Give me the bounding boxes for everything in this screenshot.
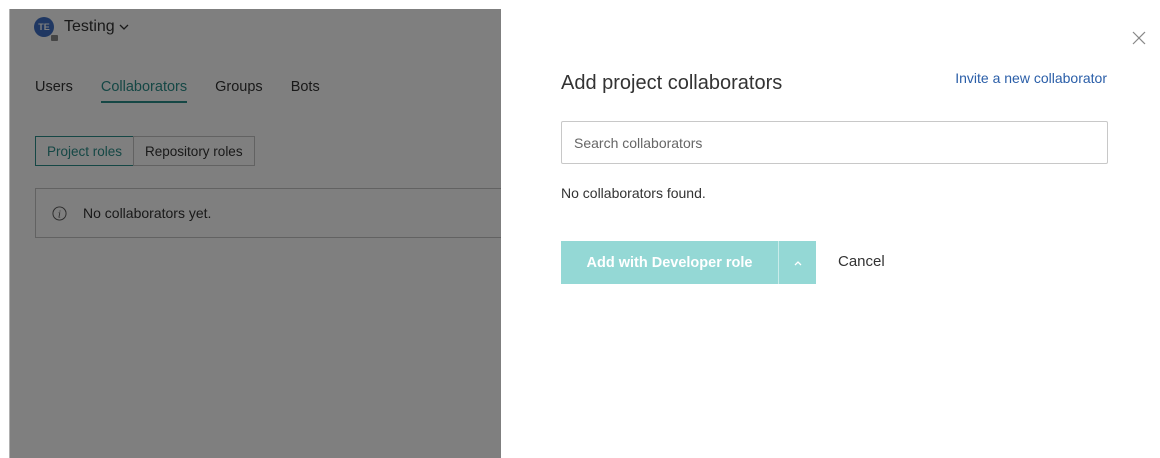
no-results-text: No collaborators found.	[561, 185, 706, 201]
window-frame-left	[0, 0, 9, 458]
frame-divider	[9, 9, 10, 458]
search-collaborators-input[interactable]	[561, 121, 1108, 164]
invite-collaborator-link[interactable]: Invite a new collaborator	[955, 70, 1107, 86]
modal-backdrop[interactable]	[9, 9, 501, 458]
role-dropdown-toggle[interactable]	[778, 241, 816, 284]
panel-title: Add project collaborators	[561, 72, 783, 94]
chevron-up-icon	[794, 260, 801, 265]
window-frame-top	[9, 0, 1160, 9]
close-icon[interactable]	[1131, 30, 1147, 46]
add-with-role-button[interactable]: Add with Developer role	[561, 241, 778, 284]
cancel-button[interactable]: Cancel	[838, 253, 885, 270]
